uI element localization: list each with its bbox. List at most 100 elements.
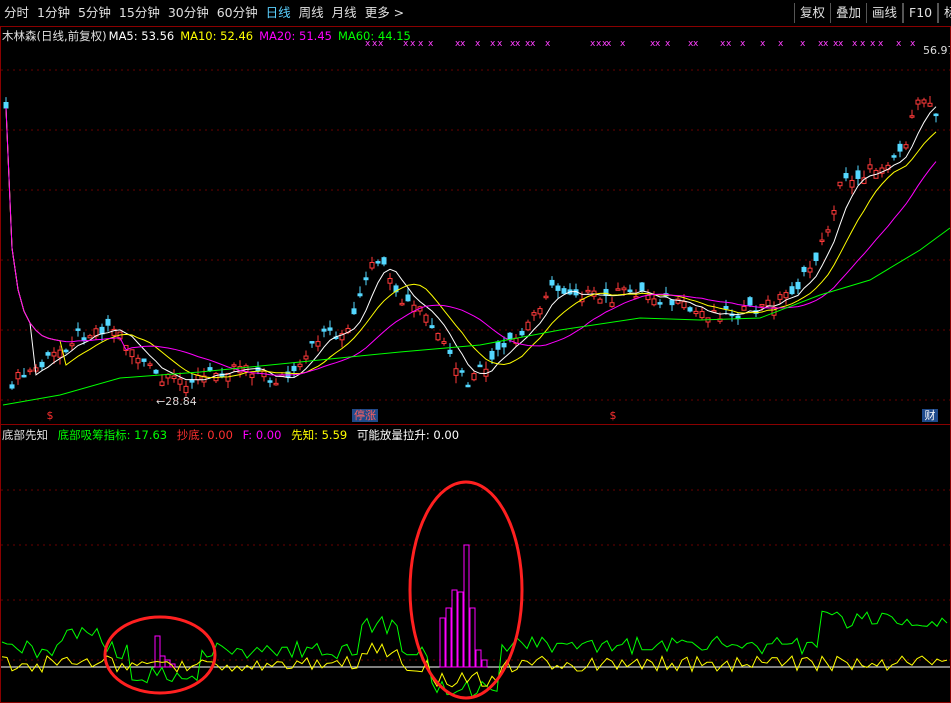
candle-body: [453, 368, 459, 376]
candle-body: [9, 384, 15, 389]
candle-body: [315, 341, 321, 347]
candle-body: [837, 181, 843, 187]
candle-body: [627, 289, 633, 293]
top-marker: x: [693, 39, 699, 49]
candle-body: [597, 298, 603, 304]
candle-body: [207, 367, 213, 372]
candle-body: [699, 311, 705, 319]
top-marker: x: [910, 39, 916, 49]
candle-body: [471, 373, 477, 381]
top-marker: x: [878, 39, 884, 49]
candle-body: [327, 327, 333, 331]
candle-body: [231, 364, 237, 367]
candle-body: [825, 229, 831, 233]
candle-body: [141, 358, 147, 362]
candle-body: [351, 308, 357, 315]
candle-body: [69, 343, 75, 347]
histogram-bar: [469, 607, 476, 668]
candle-body: [807, 267, 813, 273]
candle-body: [489, 350, 495, 360]
candle-body: [789, 286, 795, 295]
candle-body: [531, 312, 537, 316]
candle-body: [933, 113, 939, 117]
top-marker: x: [740, 39, 746, 49]
candle-body: [777, 294, 783, 300]
candle-body: [669, 299, 675, 306]
histogram-bar: [463, 544, 470, 668]
candle-body: [693, 310, 699, 315]
candle-body: [639, 282, 645, 291]
top-marker: x: [410, 39, 416, 49]
top-marker: x: [726, 39, 732, 49]
candle-body: [381, 257, 387, 265]
indicator-chart: [1, 544, 950, 698]
candle-body: [297, 363, 303, 368]
top-marker: x: [852, 39, 858, 49]
candle-body: [603, 288, 609, 296]
candle-body: [441, 341, 447, 344]
top-marker: x: [418, 39, 424, 49]
candle-body: [795, 281, 801, 290]
top-marker: x: [655, 39, 661, 49]
candle-body: [15, 372, 21, 380]
candle-body: [459, 370, 465, 373]
candle-body: [291, 365, 297, 372]
top-marker: x: [403, 39, 409, 49]
histogram-bar: [451, 589, 458, 668]
top-marker: x: [515, 39, 521, 49]
top-marker: x: [545, 39, 551, 49]
histogram-bar: [475, 649, 482, 668]
top-marker: x: [800, 39, 806, 49]
ma5-line: [5, 106, 937, 381]
candle-body: [465, 384, 471, 388]
candle-body: [741, 305, 747, 311]
candle-body: [357, 293, 363, 297]
candle-body: [63, 349, 69, 353]
candle-body: [369, 261, 375, 269]
candle-body: [87, 335, 93, 339]
top-marker: x: [475, 39, 481, 49]
candle-body: [765, 299, 771, 307]
candle-body: [555, 285, 561, 291]
candle-body: [243, 365, 249, 373]
candle-body: [447, 349, 453, 354]
candle-body: [159, 381, 165, 386]
candlesticks: [3, 95, 939, 397]
top-marker: x: [428, 39, 434, 49]
candle-body: [855, 170, 861, 179]
candle-body: [3, 102, 9, 109]
candle-body: [867, 164, 873, 170]
candle-body: [321, 328, 327, 332]
top-marker: x: [606, 39, 612, 49]
candle-body: [267, 380, 273, 383]
chart-canvas: x x x x x x x x x x x x x x x x x x x xx x x x x x x x x x x x x x x x x x x x…: [0, 26, 951, 703]
candle-body: [27, 369, 33, 373]
top-marker: x: [860, 39, 866, 49]
candle-body: [189, 379, 195, 383]
candle-body: [903, 144, 909, 149]
candle-body: [687, 307, 693, 312]
candle-body: [81, 337, 87, 341]
histogram-bar: [481, 659, 488, 668]
candle-body: [429, 325, 435, 329]
candle-body: [831, 210, 837, 215]
top-marker: x: [365, 39, 371, 49]
candle-body: [75, 328, 81, 331]
candle-body: [171, 375, 177, 380]
candle-body: [177, 378, 183, 385]
candle-body: [747, 297, 753, 306]
histogram-bar: [445, 607, 452, 668]
candle-body: [525, 321, 531, 331]
candle-body: [495, 341, 501, 350]
candle-body: [801, 266, 807, 273]
candle-body: [249, 373, 255, 379]
candle-body: [135, 357, 141, 364]
candle-body: [399, 302, 405, 306]
candle-body: [183, 385, 189, 394]
top-marker: x: [665, 39, 671, 49]
candle-body: [915, 99, 921, 105]
candle-body: [405, 294, 411, 302]
candle-body: [783, 292, 789, 299]
candle-body: [813, 252, 819, 262]
candle-body: [375, 261, 381, 264]
